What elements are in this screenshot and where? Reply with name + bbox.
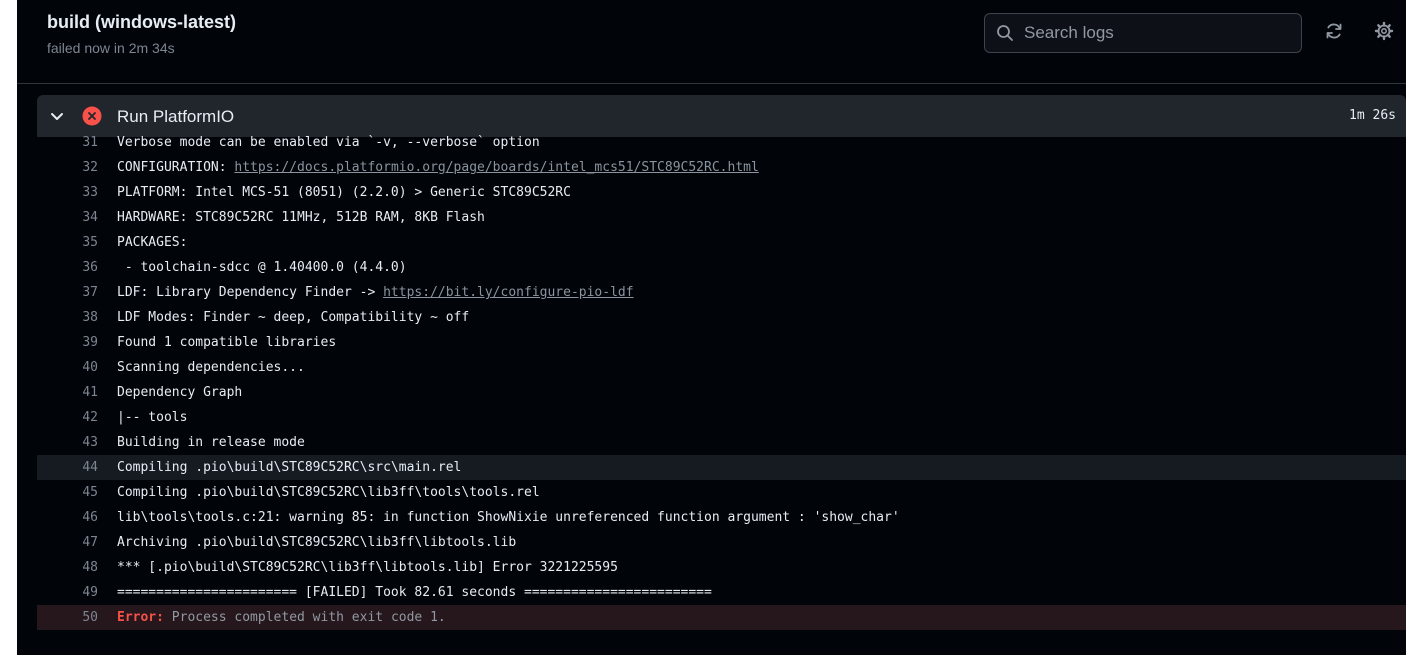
line-text: lib\tools\tools.c:21: warning 85: in fun… [98,510,900,525]
line-number[interactable]: 37 [37,285,98,300]
line-text: *** [.pio\build\STC89C52RC\lib3ff\libtoo… [98,560,618,575]
line-content: *** [.pio\build\STC89C52RC\lib3ff\libtoo… [117,560,618,575]
log-link[interactable]: https://docs.platformio.org/page/boards/… [234,160,758,175]
log-line[interactable]: 32 CONFIGURATION: https://docs.platformio… [37,155,1406,180]
line-text: ======================= [FAILED] Took 82… [98,585,712,600]
line-number[interactable]: 39 [37,335,98,350]
line-content: Verbose mode can be enabled via `-v, --v… [117,135,540,150]
line-text: Archiving .pio\build\STC89C52RC\lib3ff\l… [98,535,516,550]
line-number[interactable]: 32 [37,160,98,175]
line-number[interactable]: 46 [37,510,98,525]
line-text: |-- tools [98,410,187,425]
line-content: |-- tools [117,410,188,425]
line-text: Found 1 compatible libraries [98,335,336,350]
log-link[interactable]: https://bit.ly/configure-pio-ldf [383,285,633,300]
line-number[interactable]: 50 [37,610,98,625]
step-duration: 1m 26s [1349,108,1396,123]
line-content: Process completed with exit code 1. [163,610,446,625]
line-text: HARDWARE: STC89C52RC 11MHz, 512B RAM, 8K… [98,210,485,225]
line-number[interactable]: 48 [37,560,98,575]
log-line[interactable]: 45 Compiling .pio\build\STC89C52RC\lib3ff… [37,480,1406,505]
line-text: LDF Modes: Finder ~ deep, Compatibility … [98,310,469,325]
line-number[interactable]: 36 [37,260,98,275]
line-text: - toolchain-sdcc @ 1.40400.0 (4.4.0) [98,260,407,275]
line-text: PLATFORM: Intel MCS-51 (8051) (2.2.0) > … [98,185,571,200]
log-line[interactable]: 33 PLATFORM: Intel MCS-51 (8051) (2.2.0) … [37,180,1406,205]
line-number[interactable]: 47 [37,535,98,550]
line-number[interactable]: 45 [37,485,98,500]
log-line[interactable]: 43 Building in release mode [37,430,1406,455]
line-number[interactable]: 33 [37,185,98,200]
x-circle-icon [82,106,102,126]
line-content: Found 1 compatible libraries [117,335,337,350]
log-line[interactable]: 34 HARDWARE: STC89C52RC 11MHz, 512B RAM, … [37,205,1406,230]
line-number[interactable]: 34 [37,210,98,225]
step-title: Run PlatformIO [117,107,235,126]
log-line[interactable]: 35 PACKAGES: [37,230,1406,255]
log-line[interactable]: 41 Dependency Graph [37,380,1406,405]
line-content: PLATFORM: Intel MCS-51 (8051) (2.2.0) > … [117,185,571,200]
search-logs-box[interactable] [984,13,1302,53]
log-line[interactable]: 40 Scanning dependencies... [37,355,1406,380]
line-number[interactable]: 40 [37,360,98,375]
job-log-panel: build (windows-latest) failed now in 2m … [17,0,1406,655]
line-content: PACKAGES: [117,235,188,250]
log-line[interactable]: 38 LDF Modes: Finder ~ deep, Compatibilit… [37,305,1406,330]
line-number[interactable]: 44 [37,460,98,475]
line-text: Verbose mode can be enabled via `-v, --v… [98,135,540,150]
search-icon [996,24,1014,42]
log-line[interactable]: 50 Error: Process completed with exit cod… [37,605,1406,630]
line-number[interactable]: 35 [37,235,98,250]
log-line[interactable]: 36 - toolchain-sdcc @ 1.40400.0 (4.4.0) [37,255,1406,280]
line-content: Compiling .pio\build\STC89C52RC\src\main… [117,460,462,475]
log-line[interactable]: 39 Found 1 compatible libraries [37,330,1406,355]
line-content: - toolchain-sdcc @ 1.40400.0 (4.4.0) [117,260,407,275]
settings-button[interactable] [1373,21,1395,46]
log-line[interactable]: 47 Archiving .pio\build\STC89C52RC\lib3ff… [37,530,1406,555]
log-lines: 31 Verbose mode can be enabled via `-v, -… [37,130,1406,630]
line-text: Compiling .pio\build\STC89C52RC\lib3ff\t… [98,485,540,500]
refresh-icon [1324,21,1344,46]
line-text: PACKAGES: [98,235,187,250]
line-text: CONFIGURATION: https://docs.platformio.o… [98,160,759,175]
log-line[interactable]: 31 Verbose mode can be enabled via `-v, -… [37,130,1406,155]
log-line[interactable]: 49 ======================= [FAILED] Took … [37,580,1406,605]
line-number[interactable]: 42 [37,410,98,425]
log-line[interactable]: 48 *** [.pio\build\STC89C52RC\lib3ff\libt… [37,555,1406,580]
chevron-down-icon[interactable] [49,108,65,124]
line-content: lib\tools\tools.c:21: warning 85: in fun… [117,510,900,525]
line-content: LDF: Library Dependency Finder -> [117,285,384,300]
line-number[interactable]: 49 [37,585,98,600]
log-line[interactable]: 37 LDF: Library Dependency Finder -> http… [37,280,1406,305]
log-line[interactable]: 44 Compiling .pio\build\STC89C52RC\src\ma… [37,455,1406,480]
error-label: Error: [117,610,164,625]
line-number[interactable]: 43 [37,435,98,450]
line-number[interactable]: 38 [37,310,98,325]
line-text: LDF: Library Dependency Finder -> https:… [98,285,634,300]
line-content: Building in release mode [117,435,305,450]
log-line[interactable]: 42 |-- tools [37,405,1406,430]
line-content: HARDWARE: STC89C52RC 11MHz, 512B RAM, 8K… [117,210,485,225]
line-text: Dependency Graph [98,385,242,400]
job-title: build (windows-latest) [47,12,236,32]
refresh-button[interactable] [1323,22,1345,44]
line-content: CONFIGURATION: [117,160,235,175]
line-content: LDF Modes: Finder ~ deep, Compatibility … [117,310,470,325]
line-text: Building in release mode [98,435,305,450]
line-content: Archiving .pio\build\STC89C52RC\lib3ff\l… [117,535,517,550]
line-content: ======================= [FAILED] Took 82… [117,585,712,600]
log-line[interactable]: 46 lib\tools\tools.c:21: warning 85: in f… [37,505,1406,530]
job-header: build (windows-latest) failed now in 2m … [17,0,1406,84]
line-content: Scanning dependencies... [117,360,305,375]
line-number[interactable]: 41 [37,385,98,400]
line-text: Error: Process completed with exit code … [98,610,446,625]
gear-icon [1374,21,1394,46]
line-content: Dependency Graph [117,385,243,400]
line-content: Compiling .pio\build\STC89C52RC\lib3ff\t… [117,485,540,500]
search-input[interactable] [1022,22,1286,44]
job-status: failed now in 2m 34s [47,40,175,56]
line-number[interactable]: 31 [37,135,98,150]
line-text: Scanning dependencies... [98,360,305,375]
line-text: Compiling .pio\build\STC89C52RC\src\main… [98,460,461,475]
